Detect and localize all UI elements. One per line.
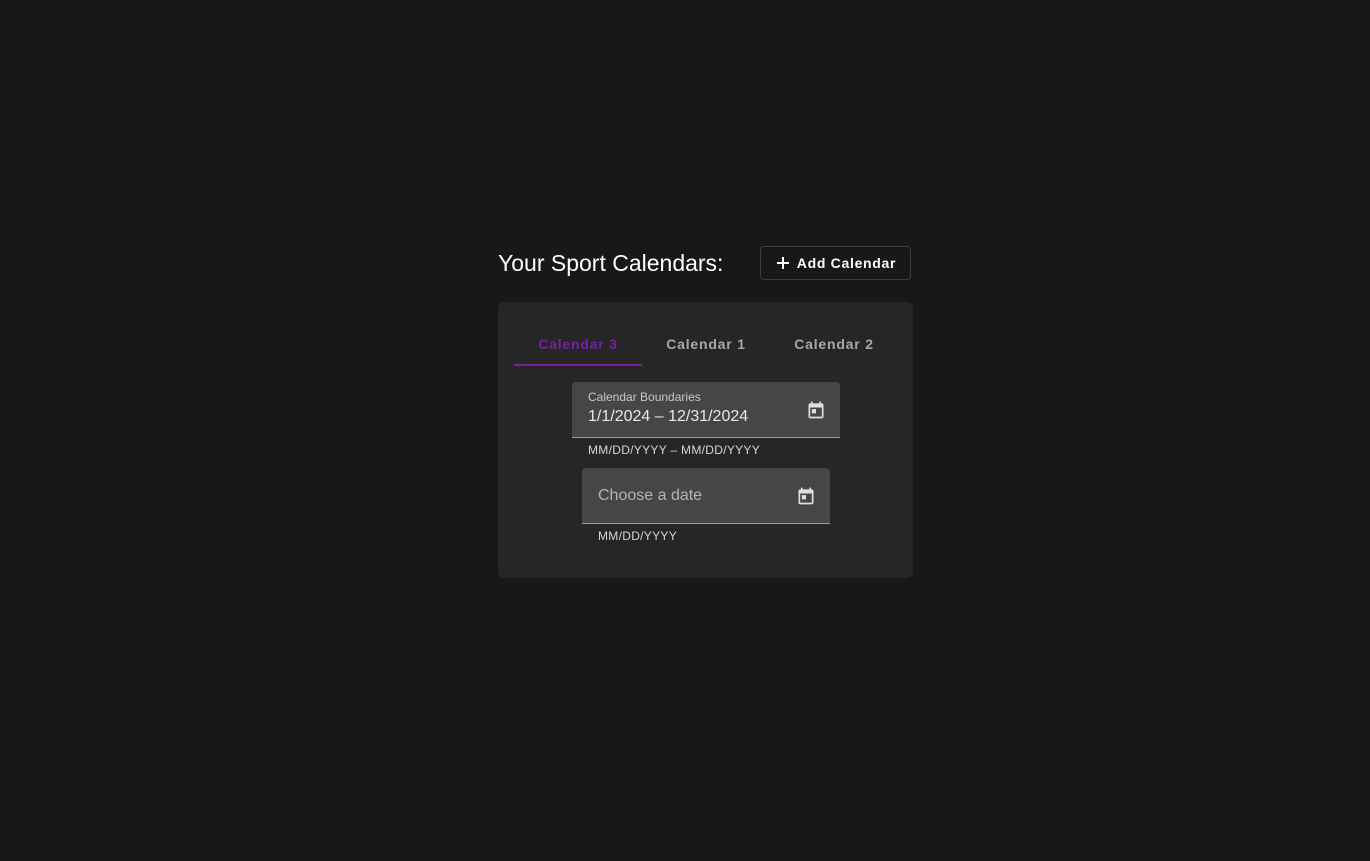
add-calendar-button[interactable]: Add Calendar: [760, 246, 911, 280]
choose-date-placeholder[interactable]: Choose a date: [598, 487, 702, 505]
calendar-icon[interactable]: [796, 486, 816, 506]
choose-date-field[interactable]: Choose a date: [582, 468, 830, 524]
tab-calendar-2[interactable]: Calendar 2: [770, 322, 898, 366]
plus-icon: [776, 257, 789, 269]
add-calendar-label: Add Calendar: [796, 255, 897, 271]
calendar-card: Calendar 3 Calendar 1 Calendar 2 Calenda…: [498, 302, 913, 578]
calendar-boundaries-hint: MM/DD/YYYY – MM/DD/YYYY: [588, 443, 761, 457]
calendar-boundaries-field[interactable]: Calendar Boundaries 1/1/2024 – 12/31/202…: [572, 382, 840, 438]
calendar-icon[interactable]: [806, 400, 826, 420]
calendar-boundaries-value[interactable]: 1/1/2024 – 12/31/2024: [588, 408, 748, 426]
tab-calendar-3[interactable]: Calendar 3: [514, 322, 642, 366]
calendar-tabs: Calendar 3 Calendar 1 Calendar 2: [514, 322, 898, 366]
header-row: Your Sport Calendars: Add Calendar: [498, 246, 913, 282]
calendar-boundaries-label: Calendar Boundaries: [588, 390, 701, 404]
choose-date-hint: MM/DD/YYYY: [598, 529, 678, 543]
page: Your Sport Calendars: Add Calendar Calen…: [0, 0, 1370, 861]
page-title: Your Sport Calendars:: [498, 250, 724, 276]
tab-calendar-1[interactable]: Calendar 1: [642, 322, 770, 366]
